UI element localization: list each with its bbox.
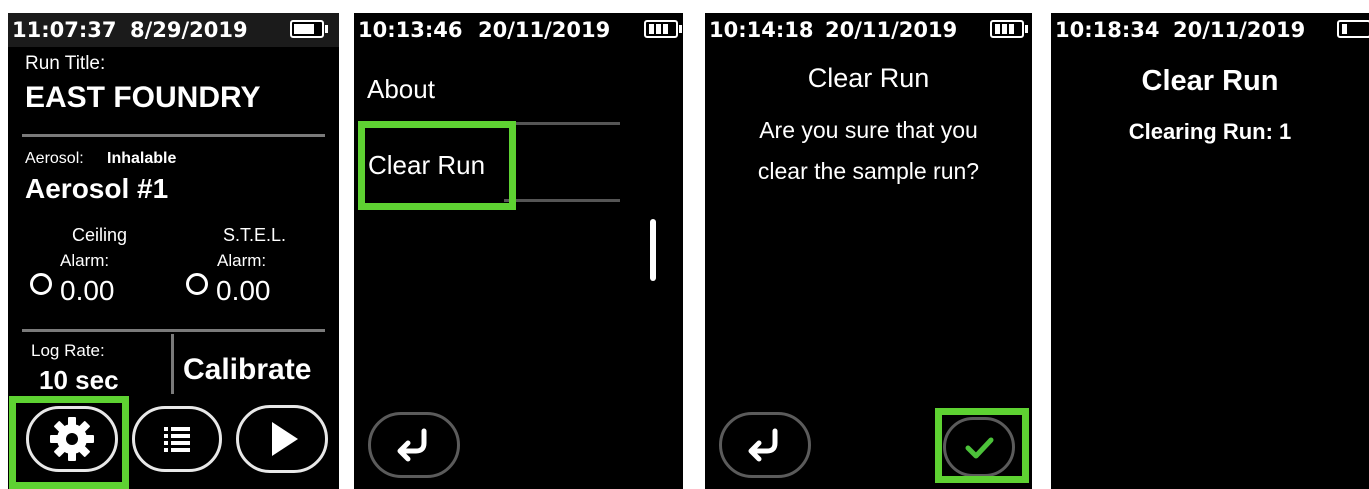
back-button[interactable] xyxy=(719,412,811,478)
aerosol-type: Inhalable xyxy=(107,150,177,167)
battery-icon xyxy=(990,20,1028,38)
highlight-confirm-button xyxy=(935,408,1029,483)
device-screen-confirm-clear: 10:14:18 20/11/2019 Clear Run Are you su… xyxy=(705,13,1032,489)
aerosol-name[interactable]: Aerosol #1 xyxy=(25,173,168,205)
battery-icon xyxy=(290,20,328,38)
status-time: 10:13:46 xyxy=(358,18,463,42)
divider xyxy=(504,199,620,202)
device-screen-settings-menu: 10:13:46 20/11/2019 About Clear Run xyxy=(354,13,683,489)
back-button[interactable] xyxy=(368,412,460,478)
scrollbar-thumb[interactable] xyxy=(650,219,656,281)
divider xyxy=(504,122,620,125)
highlight-clear-run xyxy=(358,121,516,210)
play-icon xyxy=(272,422,298,456)
battery-icon xyxy=(644,20,682,38)
stel-alarm-label: Alarm: xyxy=(217,251,267,270)
return-arrow-icon xyxy=(748,428,778,462)
device-screen-clearing: 10:18:34 20/11/2019 Clear Run Clearing R… xyxy=(1051,13,1369,489)
divider-vertical xyxy=(171,334,174,394)
run-title-value[interactable]: EAST FOUNDRY xyxy=(25,81,261,115)
status-date: 8/29/2019 xyxy=(130,18,248,42)
ceiling-title: Ceiling xyxy=(72,225,128,245)
log-rate-value[interactable]: 10 sec xyxy=(39,365,119,396)
log-rate-label: Log Rate: xyxy=(31,341,105,360)
status-time: 11:07:37 xyxy=(12,18,117,42)
status-bar: 10:14:18 20/11/2019 xyxy=(705,13,1032,47)
list-icon xyxy=(164,427,190,452)
status-date: 20/11/2019 xyxy=(825,18,958,42)
ceiling-alarm-value[interactable]: 0.00 xyxy=(60,275,115,307)
screen-title: Clear Run xyxy=(1141,65,1279,97)
stel-title: S.T.E.L. xyxy=(223,225,287,245)
battery-icon xyxy=(1337,20,1369,38)
divider xyxy=(22,329,325,332)
status-bar: 10:13:46 20/11/2019 xyxy=(354,13,683,47)
stel-alarm-indicator-icon xyxy=(186,273,208,295)
ceiling-alarm-label: Alarm: xyxy=(60,251,110,270)
status-time: 10:14:18 xyxy=(709,18,814,42)
aerosol-label: Aerosol: xyxy=(25,150,84,167)
divider xyxy=(22,134,325,137)
device-screen-main: 11:07:37 8/29/2019 Run Title: EAST FOUND… xyxy=(8,13,339,489)
status-date: 20/11/2019 xyxy=(478,18,611,42)
dialog-title: Clear Run xyxy=(807,63,930,93)
run-title-label: Run Title: xyxy=(25,53,106,74)
status-bar: 11:07:37 8/29/2019 xyxy=(8,13,339,47)
dialog-message-line1: Are you sure that you xyxy=(759,117,978,143)
status-date: 20/11/2019 xyxy=(1173,18,1306,42)
status-bar: 10:18:34 20/11/2019 xyxy=(1051,13,1369,47)
return-arrow-icon xyxy=(397,428,427,462)
status-time: 10:18:34 xyxy=(1055,18,1160,42)
stel-alarm-value[interactable]: 0.00 xyxy=(216,275,271,307)
menu-item-about[interactable]: About xyxy=(367,74,435,105)
start-run-button[interactable] xyxy=(236,405,328,473)
dialog-message-line2: clear the sample run? xyxy=(757,158,980,184)
ceiling-alarm-indicator-icon xyxy=(30,273,52,295)
run-list-button[interactable] xyxy=(132,406,222,472)
clearing-status-text: Clearing Run: 1 xyxy=(1128,119,1292,144)
calibrate-button[interactable]: Calibrate xyxy=(183,353,311,387)
highlight-settings-button xyxy=(9,396,129,489)
